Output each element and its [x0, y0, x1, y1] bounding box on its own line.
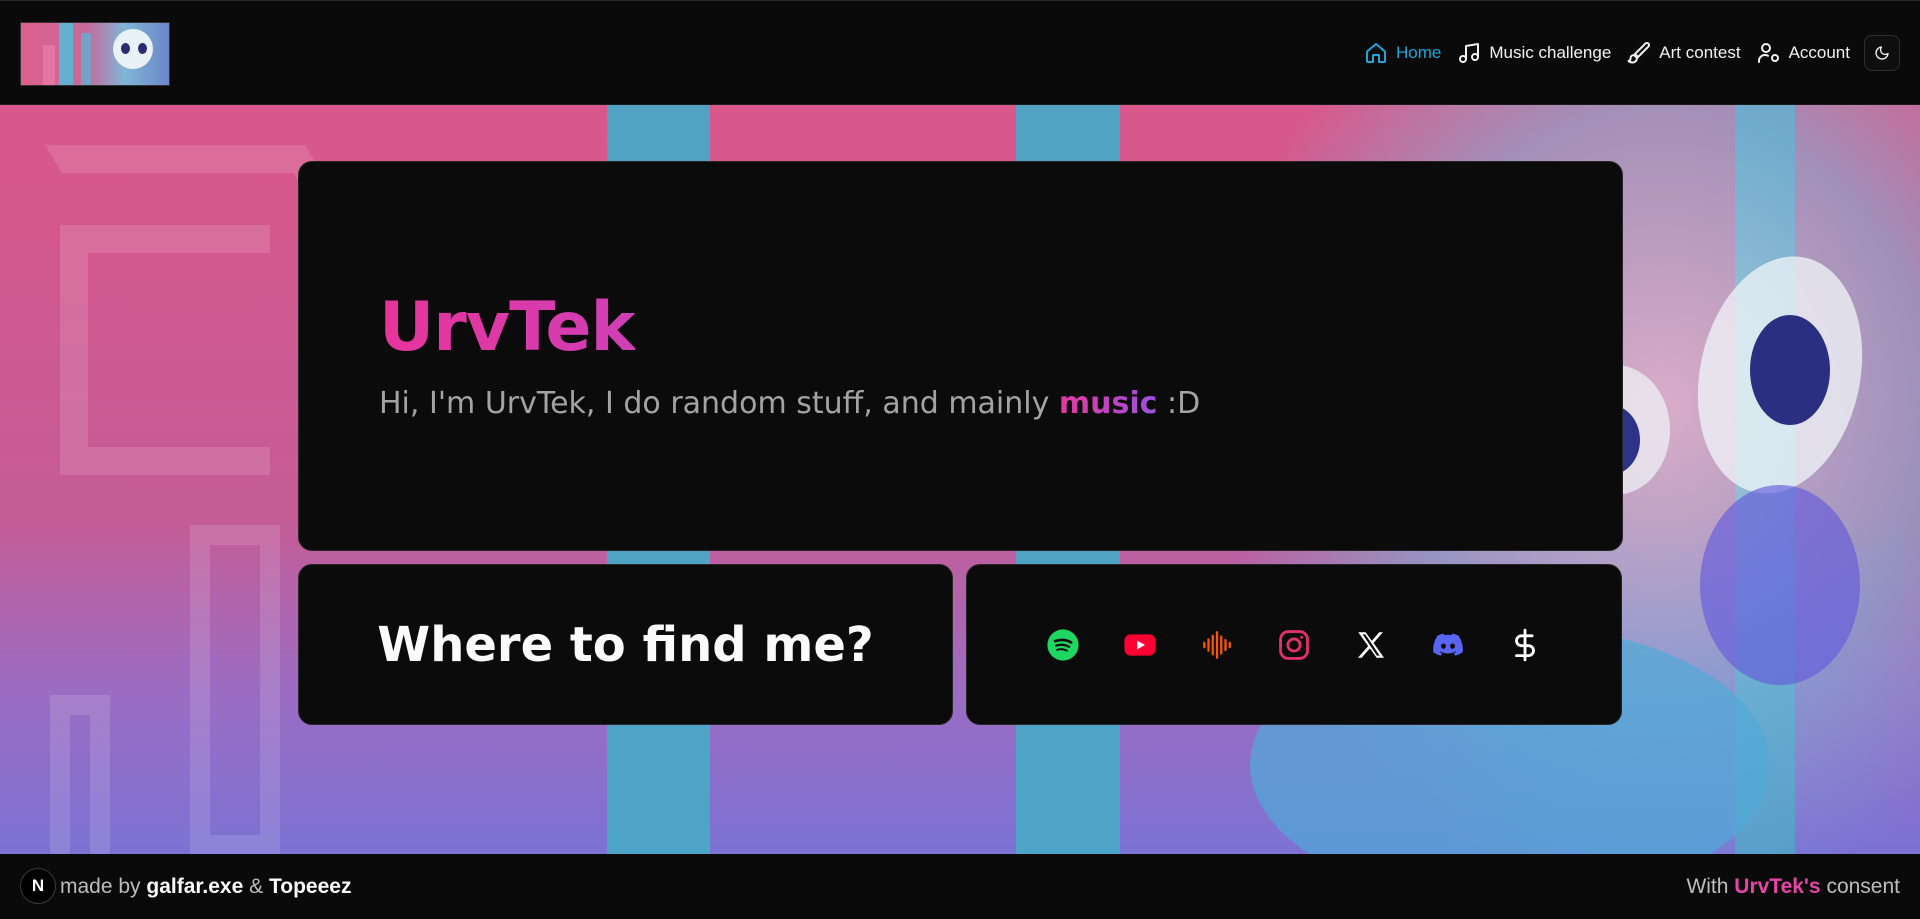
consent-prefix: With [1686, 875, 1735, 898]
youtube-icon [1124, 633, 1156, 656]
nav-art-label: Art contest [1659, 43, 1741, 62]
credit-author-1: galfar.exe [146, 875, 244, 898]
main-nav: Home Music challenge Art contest Account [1356, 34, 1900, 72]
discord-link[interactable] [1410, 615, 1487, 675]
theme-toggle-button[interactable] [1864, 35, 1900, 71]
dollar-icon [1515, 628, 1535, 661]
spotify-link[interactable] [1025, 615, 1102, 675]
home-icon [1366, 43, 1387, 63]
user-settings-icon [1757, 43, 1779, 63]
youtube-link[interactable] [1102, 615, 1179, 675]
credit-author-2: Topeeez [268, 875, 352, 898]
music-note-icon [1459, 43, 1480, 63]
footer-consent: With UrvTek's consent [1686, 875, 1900, 899]
soundwave-icon [1203, 630, 1231, 659]
credits-amp: & [243, 875, 269, 898]
site-header: Home Music challenge Art contest Account [0, 0, 1920, 105]
nav-art-contest[interactable]: Art contest [1619, 34, 1748, 72]
nextjs-badge-icon[interactable]: N [20, 868, 56, 904]
instagram-link[interactable] [1256, 615, 1333, 675]
intro-card: UrvTek Hi, I'm UrvTek, I do random stuff… [298, 161, 1623, 551]
intro-text-start: Hi, I'm UrvTek, I do random stuff, and m… [379, 386, 1059, 421]
nav-account-label: Account [1788, 43, 1850, 62]
x-icon [1357, 631, 1385, 658]
social-links-card [966, 564, 1622, 725]
consent-name: UrvTek's [1734, 875, 1821, 898]
donate-link[interactable] [1487, 615, 1564, 675]
page-title: UrvTek [379, 288, 636, 367]
footer-credits: made by galfar.exe & Topeeez [60, 875, 351, 899]
discord-icon [1433, 633, 1463, 656]
nav-account[interactable]: Account [1749, 34, 1858, 72]
moon-icon [1875, 46, 1889, 60]
paintbrush-icon [1627, 42, 1651, 64]
site-footer: N made by galfar.exe & Topeeez With UrvT… [0, 854, 1920, 919]
instagram-icon [1279, 629, 1309, 660]
consent-suffix: consent [1820, 875, 1900, 898]
spotify-icon [1047, 628, 1079, 661]
find-me-heading: Where to find me? [377, 616, 874, 673]
site-logo[interactable] [20, 22, 170, 86]
nav-music-label: Music challenge [1489, 43, 1612, 62]
credits-prefix: made by [60, 875, 147, 898]
intro-text-end: :D [1157, 386, 1201, 421]
find-me-card: Where to find me? [298, 564, 953, 725]
nav-music-challenge[interactable]: Music challenge [1449, 34, 1619, 72]
intro-highlight-music: music [1058, 386, 1158, 421]
soundcloud-link[interactable] [1179, 615, 1256, 675]
x-link[interactable] [1333, 615, 1410, 675]
intro-text: Hi, I'm UrvTek, I do random stuff, and m… [379, 386, 1200, 421]
nav-home-label: Home [1396, 43, 1442, 62]
nav-home[interactable]: Home [1356, 34, 1449, 72]
